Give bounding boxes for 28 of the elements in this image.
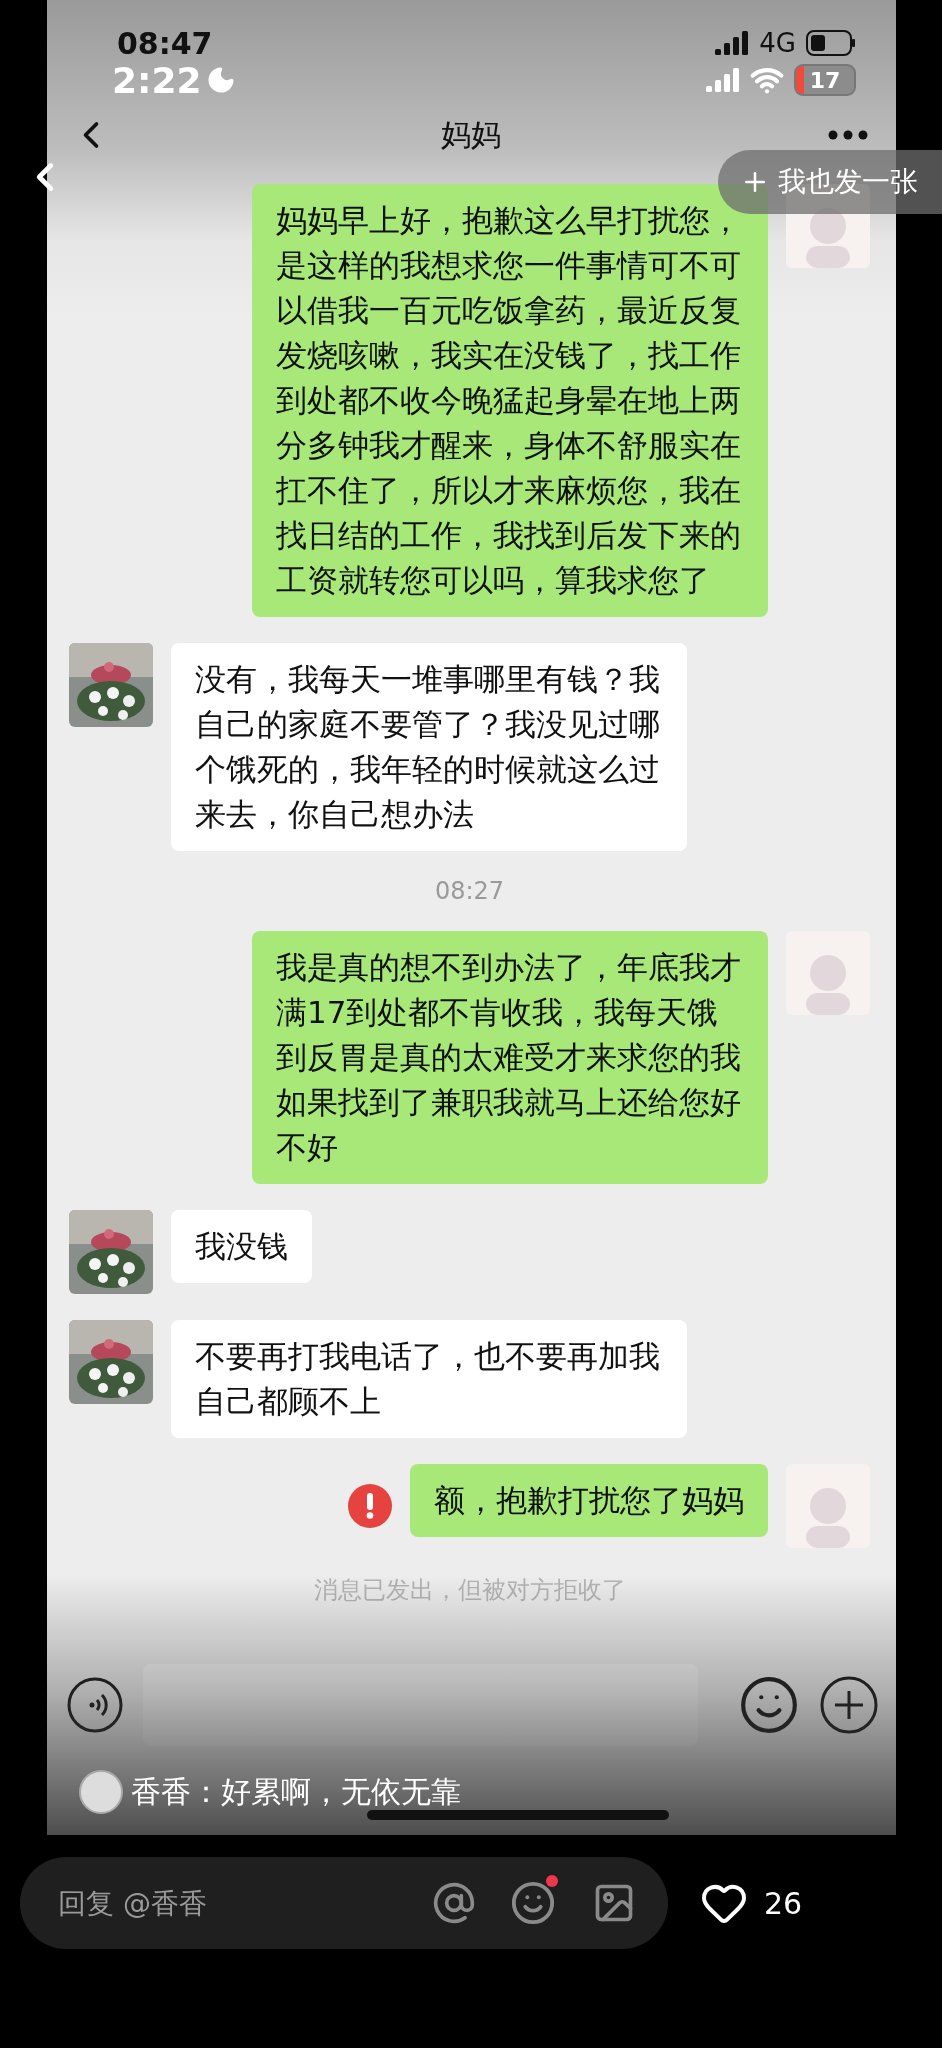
avatar [79, 1770, 123, 1814]
message-bubble: 妈妈早上好，抱歉这么早打扰您，是这样的我想求您一件事情可不可以借我一百元吃饭拿药，最近反复发烧咳嗽，我实在没钱了，找工作到处都不收今晚猛起身晕在地上两分多钟我才醒来，身体不舒服实在扛不住了，所以才来麻烦您，我在找日结的工作，我找到后发下来的工资就转您可以吗，算我求您了 [251, 184, 768, 617]
signal-icon [706, 68, 740, 92]
comment-text: 香香：好累啊，无依无靠 [131, 1772, 461, 1811]
battery-level: 17 [794, 64, 856, 96]
more-icon[interactable] [828, 130, 868, 140]
battery-icon [806, 30, 856, 56]
emoji-icon[interactable] [510, 1880, 556, 1926]
network-type: 4G [759, 28, 796, 58]
message-time: 08:27 [434, 877, 505, 905]
message-bubble: 没有，我每天一堆事哪里有钱？我自己的家庭不要管了？我没见过哪个饿死的，我年轻的时候就这么过来去，你自己想办法 [171, 643, 688, 851]
message-bubble: 额，抱歉打扰您了妈妈 [410, 1464, 768, 1537]
like-count: 26 [764, 1885, 803, 1921]
system-notice: 消息已发出，但被对方拒收了 [313, 1575, 626, 1606]
signal-icon [715, 31, 750, 55]
voice-icon[interactable] [67, 1677, 123, 1733]
message-bubble: 不要再打我电话了，也不要再加我自己都顾不上 [171, 1320, 688, 1438]
message-bubble: 我是真的想不到办法了，年底我才满17到处都不肯收我，我每天饿到反胃是真的太难受才来求您的我如果找到了兼职我就马上还给您好不好 [251, 931, 768, 1184]
emoji-icon[interactable] [738, 1674, 800, 1736]
post-button[interactable]: 我也发一张 [718, 150, 942, 214]
message-bubble: 我没钱 [171, 1210, 312, 1283]
chat-title: 妈妈 [440, 115, 501, 154]
clock-time: 2:22 [112, 59, 236, 101]
mention-icon[interactable] [432, 1881, 476, 1925]
reply-input[interactable]: 回复 @香香 [56, 1885, 398, 1921]
plus-icon[interactable] [820, 1676, 878, 1734]
clock-time: 08:47 [117, 25, 213, 61]
error-icon[interactable] [348, 1484, 392, 1528]
